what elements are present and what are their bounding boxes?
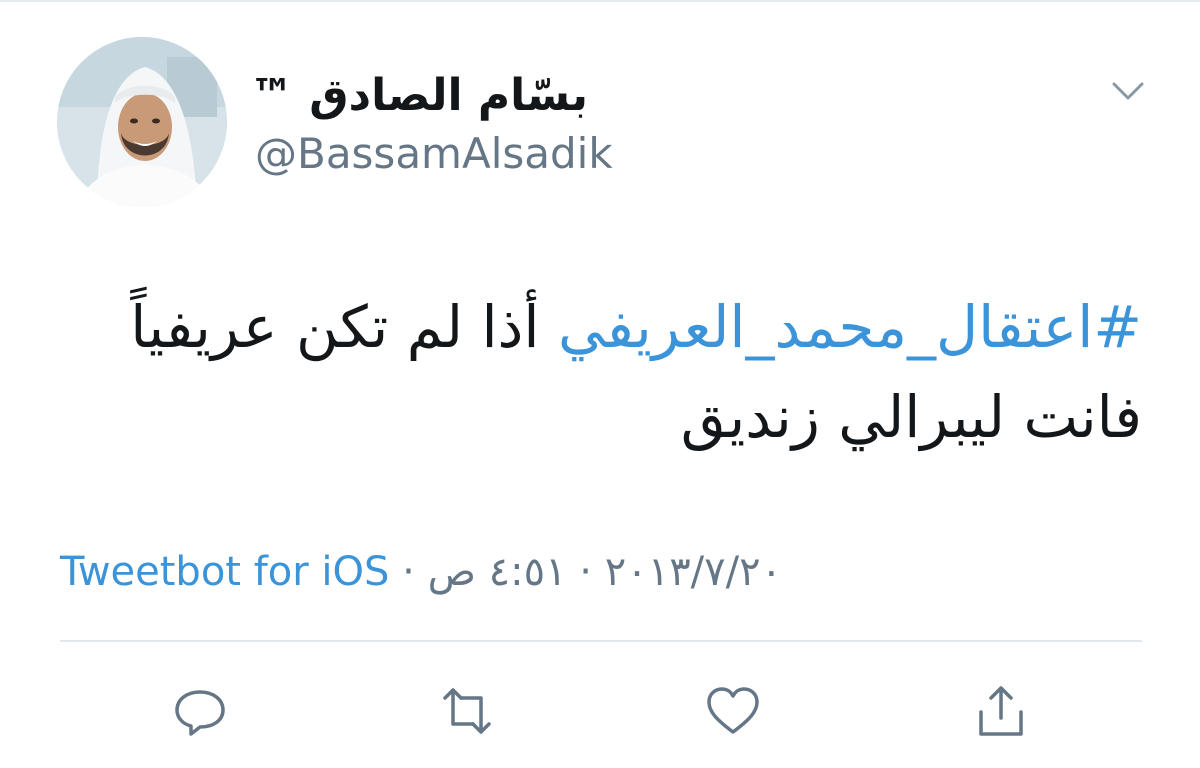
like-icon[interactable] bbox=[703, 684, 763, 738]
avatar[interactable] bbox=[57, 37, 227, 207]
avatar-image bbox=[57, 37, 227, 207]
author-name: بسّام الصادق bbox=[309, 70, 588, 121]
display-name[interactable]: ™ بسّام الصادق bbox=[250, 68, 588, 124]
tweet-time: ٤:٥١ ص bbox=[427, 549, 567, 595]
meta-separator: · bbox=[579, 549, 593, 595]
trademark-symbol: ™ bbox=[249, 70, 294, 121]
top-divider bbox=[0, 0, 1200, 2]
source-link[interactable]: Tweetbot for iOS bbox=[60, 549, 389, 595]
tweet-line-1-text: أذا لم تكن عريفياً bbox=[130, 293, 540, 361]
tweet-line-1: #اعتقال_محمد_العريفي أذا لم تكن عريفياً bbox=[52, 282, 1142, 372]
hashtag-link[interactable]: #اعتقال_محمد_العريفي bbox=[558, 293, 1142, 361]
retweet-icon[interactable] bbox=[437, 684, 497, 738]
tweet-line-2: فانت ليبرالي زنديق bbox=[680, 383, 1142, 451]
meta-separator: · bbox=[402, 549, 415, 595]
tweet-date: ٢٠١٣/٧/٢٠ bbox=[604, 549, 783, 595]
share-icon[interactable] bbox=[971, 684, 1031, 738]
tweet-meta: Tweetbot for iOS · ٢٠١٣/٧/٢٠ · ٤:٥١ ص bbox=[60, 542, 782, 602]
chevron-down-icon[interactable] bbox=[1108, 76, 1148, 106]
tweet-text: #اعتقال_محمد_العريفي أذا لم تكن عريفياً … bbox=[52, 282, 1142, 462]
reply-icon[interactable] bbox=[170, 684, 230, 738]
author-handle[interactable]: @BassamAlsadik bbox=[255, 126, 613, 182]
actions-divider bbox=[60, 640, 1142, 642]
